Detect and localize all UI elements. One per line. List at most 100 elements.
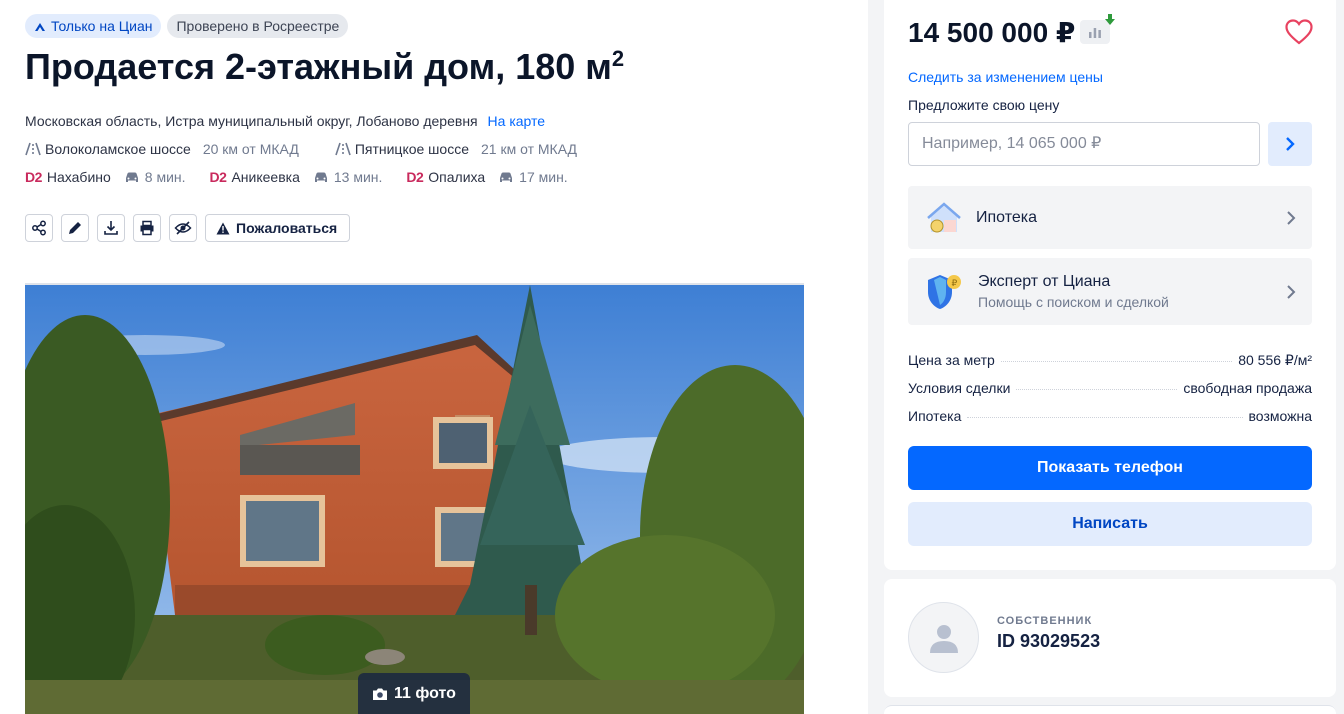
station-time: 17 мин. <box>498 169 568 185</box>
station-time-text: 8 мин. <box>144 169 186 185</box>
pencil-icon <box>69 222 81 234</box>
complain-label: Пожаловаться <box>236 220 338 236</box>
station-name: Нахабино <box>46 169 111 185</box>
highway-item: Волоколамское шоссе 20 км от МКАД <box>25 141 299 157</box>
fact-row: Условия сделки свободная продажа <box>908 380 1312 408</box>
station-item: D2 Опалиха 17 мин. <box>406 169 567 185</box>
user-icon <box>929 624 958 653</box>
price-history-button[interactable] <box>1080 14 1115 44</box>
d2-line-icon: D2 <box>406 169 424 185</box>
fact-row: Цена за метр 80 556 ₽/м² <box>908 352 1312 380</box>
title-sup: 2 <box>611 46 625 71</box>
station-time-text: 13 мин. <box>333 169 383 185</box>
car-icon <box>314 172 327 182</box>
complain-button[interactable]: Пожаловаться <box>205 214 351 242</box>
page: Только на Циан Проверено в Росреестре Пр… <box>0 0 1344 714</box>
print-button[interactable] <box>133 214 161 242</box>
station-item: D2 Нахабино 8 мин. <box>25 169 186 185</box>
price-card: 14 500 000 ₽ Следить за изменением цены … <box>884 0 1336 570</box>
write-message-button[interactable]: Написать <box>908 502 1312 546</box>
house-coin-icon <box>927 201 961 232</box>
expert-tile[interactable]: ₽ Эксперт от Циана Помощь с поиском и сд… <box>908 258 1312 325</box>
chevron-right-icon <box>1286 137 1295 151</box>
highway-distance: 21 км от МКАД <box>481 141 577 157</box>
cian-logo-icon <box>35 23 45 31</box>
station-name: Опалиха <box>428 169 486 185</box>
show-phone-button[interactable]: Показать телефон <box>908 446 1312 490</box>
fact-label: Условия сделки <box>908 380 1011 396</box>
camera-icon <box>373 688 388 700</box>
fact-label: Ипотека <box>908 408 962 424</box>
house-photo-image <box>25 285 804 714</box>
station-time: 8 мин. <box>124 169 186 185</box>
expert-text: Эксперт от Циана Помощь с поиском и сдел… <box>978 273 1169 310</box>
station-time-text: 17 мин. <box>519 169 568 185</box>
price: 14 500 000 ₽ <box>908 17 1076 48</box>
mortgage-label: Ипотека <box>976 208 1038 226</box>
stations: D2 Нахабино 8 мин. D2 Аникеевка 13 мин. … <box>25 169 592 185</box>
fact-value: 80 556 ₽/м² <box>1238 352 1312 368</box>
offer-price-input[interactable] <box>908 122 1260 166</box>
highway-name: Волоколамское шоссе <box>45 141 191 157</box>
chevron-right-icon <box>1287 284 1296 299</box>
fact-dots <box>967 417 1243 418</box>
badges: Только на Циан Проверено в Росреестре <box>25 14 349 38</box>
favorite-button[interactable] <box>1285 19 1313 50</box>
eye-off-icon <box>174 221 192 235</box>
car-icon <box>125 172 138 182</box>
highway-distance: 20 км от МКАД <box>202 141 299 157</box>
main-photo[interactable] <box>25 283 804 714</box>
owner-card[interactable]: СОБСТВЕННИК ID 93029523 <box>884 579 1336 697</box>
title-text: Продается 2-этажный дом, 180 м <box>25 46 612 87</box>
hide-button[interactable] <box>169 214 197 242</box>
bar-chart-icon <box>1089 28 1101 38</box>
photo-count-label: 11 фото <box>394 685 456 702</box>
expert-title: Эксперт от Циана <box>978 273 1111 290</box>
expert-subtitle: Помощь с поиском и сделкой <box>978 294 1169 310</box>
fact-value: возможна <box>1248 408 1312 424</box>
shield-expert-icon: ₽ <box>928 274 961 309</box>
price-down-arrow-icon <box>1105 14 1115 25</box>
svg-text:₽: ₽ <box>952 279 958 289</box>
fact-dots <box>1016 389 1178 390</box>
offer-price-label: Предложите свою цену <box>908 97 1060 113</box>
facts-list: Цена за метр 80 556 ₽/м² Условия сделки … <box>908 352 1312 436</box>
avatar <box>908 602 979 673</box>
only-cian-label: Только на Циан <box>51 18 153 34</box>
printer-icon <box>140 220 154 236</box>
verified-badge[interactable]: Проверено в Росреестре <box>167 14 349 38</box>
address-text: Московская область, Истра муниципальный … <box>25 113 478 129</box>
road-icon <box>335 142 351 156</box>
photo-count-button[interactable]: 11 фото <box>358 673 470 714</box>
fact-dots <box>1000 361 1233 362</box>
highways: Волоколамское шоссе 20 км от МКАД Пятниц… <box>25 141 577 157</box>
next-card <box>884 705 1336 714</box>
car-icon <box>500 172 513 182</box>
download-button[interactable] <box>97 214 125 242</box>
chevron-right-icon <box>1287 210 1296 225</box>
station-name: Аникеевка <box>231 169 300 185</box>
road-icon <box>25 142 41 156</box>
share-button[interactable] <box>25 214 53 242</box>
listing-main: Только на Циан Проверено в Росреестре Пр… <box>0 0 868 714</box>
share-icon <box>32 220 46 236</box>
station-item: D2 Аникеевка 13 мин. <box>210 169 383 185</box>
heart-icon <box>1285 19 1313 45</box>
highway-item: Пятницкое шоссе 21 км от МКАД <box>335 141 577 157</box>
map-link[interactable]: На карте <box>488 113 546 129</box>
offer-submit-button[interactable] <box>1268 122 1312 166</box>
fact-label: Цена за метр <box>908 352 995 368</box>
owner-type: СОБСТВЕННИК <box>997 615 1093 627</box>
d2-line-icon: D2 <box>25 169 42 185</box>
only-cian-badge[interactable]: Только на Циан <box>25 14 162 38</box>
edit-note-button[interactable] <box>61 214 89 242</box>
download-icon <box>104 221 118 235</box>
mortgage-tile[interactable]: Ипотека <box>908 186 1312 249</box>
follow-price-link[interactable]: Следить за изменением цены <box>908 69 1103 85</box>
fact-value: свободная продажа <box>1183 380 1312 396</box>
warning-icon <box>216 222 230 234</box>
verified-label: Проверено в Росреестре <box>176 18 340 34</box>
highway-name: Пятницкое шоссе <box>354 141 469 157</box>
fact-row: Ипотека возможна <box>908 408 1312 436</box>
page-title: Продается 2-этажный дом, 180 м2 <box>25 46 624 88</box>
